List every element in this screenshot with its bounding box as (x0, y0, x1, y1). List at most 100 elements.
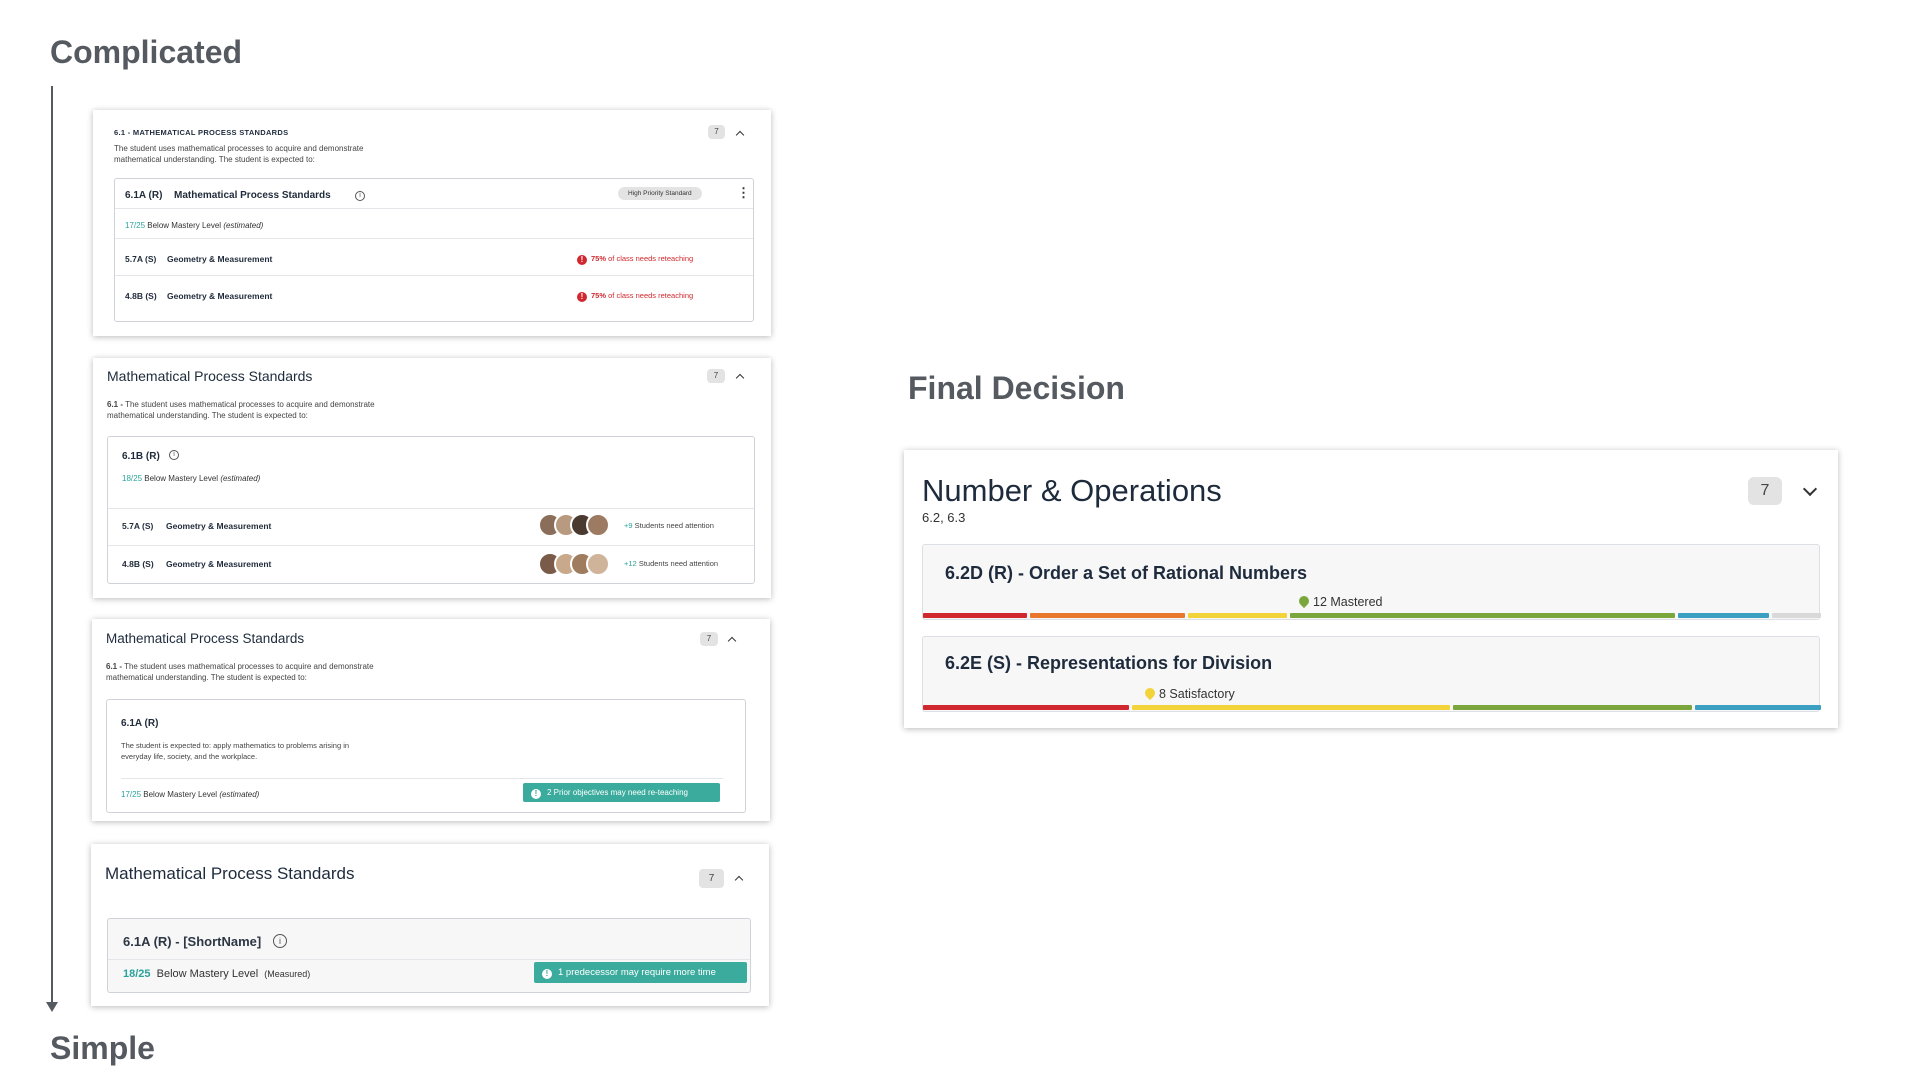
card-description-2: mathematical understanding. The student … (106, 673, 307, 682)
avatar (586, 552, 610, 576)
segment-orange (1030, 613, 1185, 618)
prereq-name: Geometry & Measurement (166, 559, 272, 569)
standard-row[interactable]: 6.2E (S) - Representations for Division … (922, 636, 1821, 712)
divider (108, 545, 754, 546)
segment-green (1290, 613, 1675, 618)
standard-code: 6.1A (R) (121, 718, 159, 729)
desc-prefix: 6.1 - (106, 662, 123, 671)
alert-icon: ! (577, 292, 587, 302)
more-options-icon[interactable]: ⋮ (737, 185, 750, 201)
attention-text: +12 Students need attention (624, 559, 718, 568)
standard-code: 6.1A (R) (125, 190, 163, 201)
mastery-score: 18/25 (123, 968, 151, 980)
alert-icon: ! (577, 255, 587, 265)
card-description: The student uses mathematical processes … (114, 144, 364, 153)
predecessor-pill[interactable]: ! 1 predecessor may require more time (534, 962, 747, 983)
marker-pin-icon (1142, 685, 1158, 701)
mastery-line: 17/25 Below Mastery Level (estimated) (125, 221, 263, 230)
desc-text: The student uses mathematical processes … (124, 662, 374, 671)
chevron-up-icon[interactable] (735, 130, 745, 140)
priority-tag: High Priority Standard (618, 187, 702, 200)
segment-blue (1678, 613, 1769, 618)
avatar (586, 513, 610, 537)
standard-code: 6.1B (R) (122, 451, 160, 462)
card-description: 6.1 - The student uses mathematical proc… (106, 662, 374, 671)
prereq-code: 5.7A (S) (122, 521, 154, 531)
mastery-text: Below Mastery Level (156, 968, 259, 980)
prereq-name: Geometry & Measurement (167, 291, 273, 301)
marker-pin-icon (1296, 593, 1312, 609)
mastery-note: (estimated) (223, 221, 264, 230)
prereq-code: 4.8B (S) (122, 559, 154, 569)
mastery-score: 18/25 (122, 474, 143, 483)
desc-text: The student uses mathematical processes … (125, 400, 375, 409)
card-variant-2: Mathematical Process Standards 7 6.1 - T… (93, 358, 771, 598)
standard-panel: 6.1A (R) The student is expected to: app… (106, 699, 746, 813)
card-description: 6.1 - The student uses mathematical proc… (107, 400, 375, 409)
heading-final-decision: Final Decision (908, 370, 1125, 406)
info-icon[interactable]: i (169, 450, 179, 460)
alert-percent: 75% (591, 254, 607, 263)
mastery-text: Below Mastery Level (144, 474, 219, 483)
attention-text: +9 Students need attention (624, 521, 714, 530)
marker-label: 8 Satisfactory (1159, 687, 1235, 701)
standard-expectation: The student is expected to: apply mathem… (121, 741, 350, 750)
chevron-up-icon[interactable] (734, 875, 744, 885)
standard-title: 6.2E (S) - Representations for Division (945, 653, 1273, 673)
desc-prefix: 6.1 - (107, 400, 124, 409)
divider (108, 508, 754, 509)
standard-panel: 6.1A (R) - [ShortName] i 18/25 Below Mas… (107, 918, 751, 993)
mastery-score: 17/25 (125, 221, 146, 230)
pill-text: 2 Prior objectives may need re-teaching (547, 788, 688, 797)
divider (121, 778, 723, 779)
card-title: Mathematical Process Standards (105, 864, 355, 883)
attention-label: Students need attention (638, 559, 719, 568)
alert-percent: 75% (591, 291, 607, 300)
segment-yellow (1188, 613, 1287, 618)
avatar-group[interactable] (538, 513, 618, 539)
info-icon[interactable]: i (273, 934, 287, 948)
card-variant-1: 6.1 - MATHEMATICAL PROCESS STANDARDS The… (93, 110, 771, 336)
card-title: Number & Operations (922, 473, 1222, 508)
count-badge: 7 (707, 369, 725, 383)
info-icon[interactable]: i (355, 191, 365, 201)
segment-yellow (1132, 705, 1450, 710)
count-badge: 7 (699, 869, 724, 888)
alert-icon: ! (542, 969, 552, 979)
reteach-alert: ! 75% of class needs reteaching (577, 291, 693, 302)
mastery-note: (estimated) (220, 474, 261, 483)
heading-complicated: Complicated (50, 34, 243, 70)
divider (115, 275, 753, 276)
mastery-note: (estimated) (219, 790, 260, 799)
chevron-down-icon[interactable] (1802, 481, 1818, 497)
mastery-line: 18/25 Below Mastery Level (estimated) (122, 474, 260, 483)
alert-icon: ! (531, 789, 541, 799)
mastery-line: 18/25 Below Mastery Level (Measured) (123, 968, 310, 980)
chevron-up-icon[interactable] (735, 373, 745, 383)
card-variant-3: Mathematical Process Standards 7 6.1 - T… (92, 619, 770, 821)
chevron-up-icon[interactable] (727, 636, 737, 646)
final-decision-card: Number & Operations 6.2, 6.3 7 6.2D (R) … (904, 450, 1838, 728)
standard-panel: 6.1B (R) i 18/25 Below Mastery Level (es… (107, 436, 755, 584)
mastery-score: 17/25 (121, 790, 142, 799)
standard-row[interactable]: 6.2D (R) - Order a Set of Rational Numbe… (922, 544, 1821, 620)
standard-title: 6.2D (R) - Order a Set of Rational Numbe… (945, 563, 1308, 583)
attention-label: Students need attention (634, 521, 714, 530)
card-description-2: mathematical understanding. The student … (107, 411, 308, 420)
standard-panel: 6.1A (R) Mathematical Process Standards … (114, 178, 754, 322)
prereq-code: 4.8B (S) (125, 291, 157, 301)
segment-red (923, 705, 1129, 710)
avatar-group[interactable] (538, 552, 618, 578)
marker-label: 12 Mastered (1313, 595, 1383, 609)
heading-simple: Simple (50, 1030, 155, 1066)
mastery-text: Below Mastery Level (147, 221, 222, 230)
pill-text: 1 predecessor may require more time (558, 967, 716, 978)
card-title: Mathematical Process Standards (107, 368, 313, 384)
mastery-line: 17/25 Below Mastery Level (estimated) (121, 790, 259, 799)
standard-name: Mathematical Process Standards (174, 190, 331, 201)
count-badge: 7 (1748, 477, 1782, 505)
reteach-alert: ! 75% of class needs reteaching (577, 254, 693, 265)
divider (108, 959, 750, 960)
reteach-pill[interactable]: ! 2 Prior objectives may need re-teaching (523, 783, 720, 802)
segment-green (1453, 705, 1692, 710)
